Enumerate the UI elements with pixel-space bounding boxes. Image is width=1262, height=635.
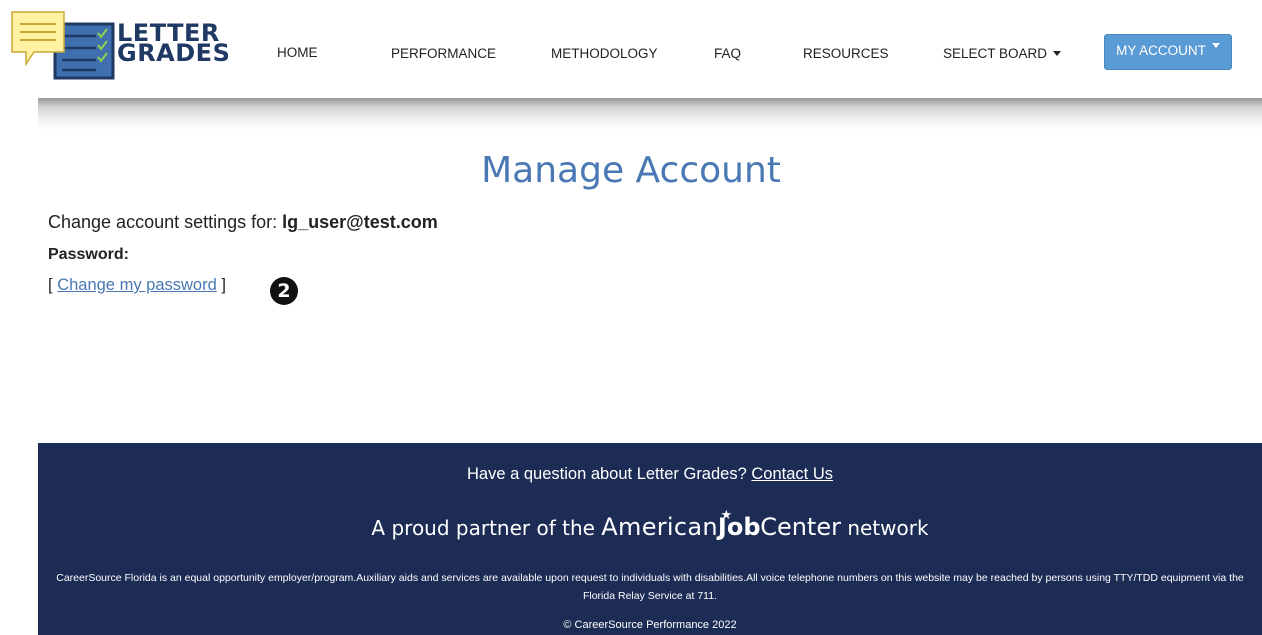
change-password-line: [ Change my password ] bbox=[48, 276, 226, 295]
partner-prefix: A proud partner of the bbox=[371, 516, 595, 540]
page-title: Manage Account bbox=[481, 150, 781, 191]
nav-methodology[interactable]: METHODOLOGY bbox=[551, 46, 658, 61]
select-board-label: SELECT BOARD bbox=[943, 46, 1048, 61]
header-shadow bbox=[38, 98, 1262, 130]
nav-faq[interactable]: FAQ bbox=[714, 46, 741, 61]
my-account-button[interactable]: MY ACCOUNT bbox=[1104, 34, 1232, 70]
password-label: Password: bbox=[48, 246, 129, 263]
american-job-center-partner: A proud partner of the AmericanJob★ Cente… bbox=[38, 508, 1262, 541]
caret-down-icon bbox=[1211, 43, 1220, 48]
eeo-statement: CareerSource Florida is an equal opportu… bbox=[56, 572, 1244, 602]
ajc-center: Center bbox=[760, 513, 841, 541]
footer-question: Have a question about Letter Grades? Con… bbox=[38, 465, 1262, 484]
contact-us-link[interactable]: Contact Us bbox=[751, 465, 833, 483]
account-settings-line: Change account settings for: lg_user@tes… bbox=[48, 212, 438, 233]
caret-down-icon bbox=[1053, 51, 1062, 56]
star-icon: ★ bbox=[720, 508, 733, 523]
copyright: © CareerSource Performance 2022 bbox=[563, 619, 737, 631]
partner-suffix: network bbox=[847, 516, 929, 540]
footer-question-text: Have a question about Letter Grades? bbox=[467, 465, 747, 483]
my-account-label: MY ACCOUNT bbox=[1116, 43, 1206, 58]
change-password-link[interactable]: Change my password bbox=[57, 276, 217, 294]
ajc-american: American bbox=[601, 513, 718, 541]
nav-performance[interactable]: PERFORMANCE bbox=[391, 46, 496, 61]
nav-home[interactable]: HOME bbox=[277, 45, 318, 60]
bracket-open: [ bbox=[48, 276, 53, 294]
step-number-badge: 2 bbox=[270, 277, 298, 305]
nav-select-board[interactable]: SELECT BOARD bbox=[943, 46, 1062, 61]
user-email: lg_user@test.com bbox=[282, 212, 438, 232]
main-nav: HOME PERFORMANCE METHODOLOGY FAQ RESOURC… bbox=[0, 0, 1262, 98]
nav-resources[interactable]: RESOURCES bbox=[803, 46, 889, 61]
bracket-close: ] bbox=[221, 276, 226, 294]
site-footer: Have a question about Letter Grades? Con… bbox=[38, 443, 1262, 635]
site-header: LETTER GRADES HOME PERFORMANCE METHODOLO… bbox=[0, 0, 1262, 98]
settings-prefix: Change account settings for: bbox=[48, 212, 278, 232]
